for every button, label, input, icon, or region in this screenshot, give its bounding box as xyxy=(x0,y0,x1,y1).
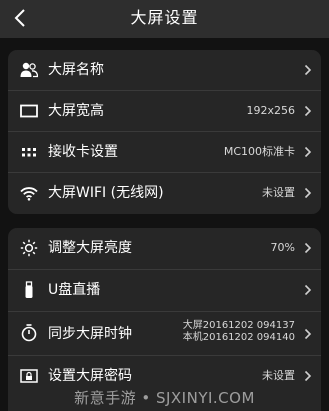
usb-live-row[interactable]: U盘直播 xyxy=(8,270,321,312)
page-title: 大屏设置 xyxy=(130,8,199,27)
usb-live-label: U盘直播 xyxy=(48,282,101,298)
screen-size-row[interactable]: 大屏宽高 192x256 xyxy=(8,91,321,132)
lock-screen-icon xyxy=(20,367,38,385)
screen-time-value: 大屏20161202 094137 xyxy=(182,320,295,331)
usb-drive-icon xyxy=(20,281,38,299)
screen-name-label: 大屏名称 xyxy=(48,62,104,78)
chevron-right-icon xyxy=(304,242,312,254)
receiver-card-value: MC100标准卡 xyxy=(223,145,295,158)
screen-control-group: 调整大屏亮度 70% U盘直播 同步大屏时钟 大屏20161202 094137… xyxy=(8,228,321,411)
chevron-right-icon xyxy=(304,105,312,117)
sync-clock-label: 同步大屏时钟 xyxy=(48,326,132,342)
users-icon xyxy=(20,61,39,79)
screen-wifi-value: 未设置 xyxy=(262,186,295,199)
screen-name-row[interactable]: 大屏名称 xyxy=(8,50,321,91)
chevron-right-icon xyxy=(304,146,312,158)
grid-dots-icon xyxy=(20,143,38,161)
chevron-right-icon xyxy=(304,64,312,76)
chevron-right-icon xyxy=(304,187,312,199)
wifi-icon xyxy=(20,184,38,202)
watermark: 新意手游 • SJXINYI.COM xyxy=(74,389,255,407)
brightness-value: 70% xyxy=(270,241,295,254)
rectangle-icon xyxy=(20,102,38,120)
chevron-right-icon xyxy=(304,284,312,296)
sync-clock-row[interactable]: 同步大屏时钟 大屏20161202 094137 本机20161202 0941… xyxy=(8,312,321,356)
brightness-row[interactable]: 调整大屏亮度 70% xyxy=(8,228,321,270)
stopwatch-icon xyxy=(20,324,38,342)
screen-size-value: 192x256 xyxy=(246,104,295,117)
clock-values: 大屏20161202 094137 本机20161202 094140 xyxy=(183,320,295,344)
chevron-right-icon xyxy=(304,370,312,382)
local-time-value: 本机20161202 094140 xyxy=(182,332,295,343)
screen-size-label: 大屏宽高 xyxy=(48,103,104,119)
title-bar: 大屏设置 xyxy=(0,0,329,38)
brightness-icon xyxy=(20,239,38,257)
receiver-card-label: 接收卡设置 xyxy=(48,144,118,160)
receiver-card-row[interactable]: 接收卡设置 MC100标准卡 xyxy=(8,132,321,173)
screen-settings-group: 大屏名称 大屏宽高 192x256 接收卡设置 MC100标准卡 大屏WIFI … xyxy=(8,50,321,214)
chevron-right-icon xyxy=(304,328,312,340)
screen-wifi-row[interactable]: 大屏WIFI (无线网) 未设置 xyxy=(8,173,321,214)
brightness-label: 调整大屏亮度 xyxy=(48,240,132,256)
screen-wifi-label: 大屏WIFI (无线网) xyxy=(48,185,164,201)
